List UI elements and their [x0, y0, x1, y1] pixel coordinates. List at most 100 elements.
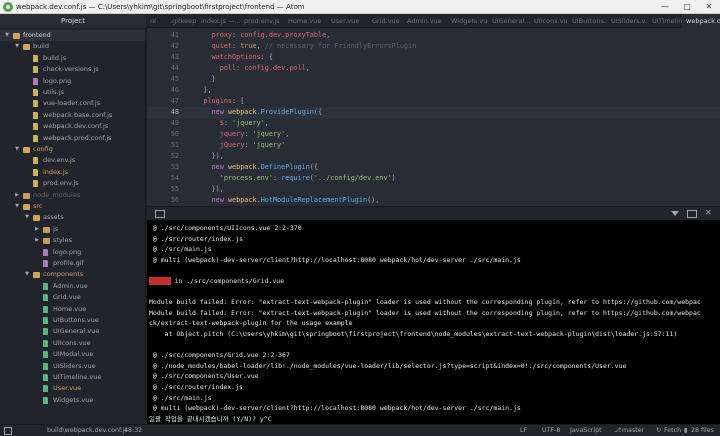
close-panel-icon[interactable]: ✕ [705, 209, 712, 217]
status-grammar[interactable]: JavaScript [570, 425, 602, 436]
file-icon [33, 66, 38, 74]
tree-file[interactable]: dev.env.js [0, 155, 145, 166]
code-line[interactable]: jQuery: 'jquery' [187, 140, 286, 152]
editor-tab[interactable]: UITimeline... [648, 14, 682, 28]
tree-item-label: logo.png [43, 76, 72, 85]
tree-file[interactable]: vue-loader.conf.js [0, 98, 145, 109]
terminal-output[interactable]: @ ./src/components/UIIcons.vue 2:2-370 @… [147, 220, 720, 424]
maximize-panel-icon[interactable] [687, 210, 697, 218]
terminal-icon[interactable] [155, 210, 165, 218]
tree-folder[interactable]: ▶ node_modules [0, 190, 145, 201]
code-line[interactable]: proxy: config.dev.proxyTable, [187, 30, 331, 42]
tree-folder[interactable]: ▶ js [0, 224, 145, 235]
code-line[interactable]: }), [187, 151, 224, 163]
editor-tab[interactable]: User.vue [327, 14, 368, 28]
tree-file[interactable]: profile.gif [0, 258, 145, 269]
tree-file[interactable]: webpack.prod.conf.js [0, 133, 145, 144]
tree-file[interactable]: logo.png [0, 76, 145, 87]
editor-tab[interactable]: Widgets.vue [447, 14, 488, 28]
editor-tab[interactable]: index.js —... [197, 14, 240, 28]
editor-tab[interactable]: prod.env.js [240, 14, 284, 28]
chevron-right-icon[interactable]: ▶ [14, 190, 20, 201]
editor-tab[interactable]: Grid.vue [368, 14, 403, 28]
tab-project[interactable]: Project [0, 14, 146, 28]
tree-file[interactable]: utils.js [0, 87, 145, 98]
terminal-line: Module build failed: Error: "extract-tex… [149, 298, 701, 307]
tree-file[interactable]: UIIcons.vue [0, 338, 145, 349]
status-encoding[interactable]: UTF-8 [542, 425, 560, 436]
chevron-down-icon[interactable]: ▼ [14, 41, 20, 52]
tree-file[interactable]: UIModal.vue [0, 349, 145, 360]
maximize-button[interactable]: □ [676, 0, 698, 14]
tree-file[interactable]: webpack.base.conf.js [0, 110, 145, 121]
tree-file[interactable]: Grid.vue [0, 292, 145, 303]
tree-file[interactable]: Admin.vue [0, 281, 145, 292]
tree-file[interactable]: UIGeneral.vue [0, 326, 145, 337]
tree-file[interactable]: webpack.dev.conf.js [0, 121, 145, 132]
code-line[interactable]: 'process.env': require('../config/dev.en… [187, 173, 396, 185]
tree-file[interactable]: index.js [0, 167, 145, 178]
tree-file[interactable]: Widgets.vue [0, 395, 145, 406]
tree-folder[interactable]: ▼ src [0, 201, 145, 212]
editor-tab[interactable]: .gitkeep [166, 14, 197, 28]
code-line[interactable]: new webpack.DefinePlugin({ [187, 162, 318, 174]
tree-file[interactable]: check-versions.js [0, 64, 145, 75]
tree-item-label: build [33, 42, 49, 51]
code-line[interactable]: }, [187, 85, 211, 97]
editor-tab[interactable]: Home.vue [284, 14, 327, 28]
editor-tab[interactable]: UISliders.v... [607, 14, 648, 28]
editor-tab[interactable]: UIIcons.vue [530, 14, 568, 28]
editor-tab[interactable]: webpack.d... [682, 14, 720, 28]
status-file-count[interactable]: 28 files [691, 425, 714, 436]
tree-folder[interactable]: ▼ components [0, 269, 145, 280]
toggle-tree-icon[interactable] [4, 427, 12, 435]
tree-item-label: vue-loader.conf.js [43, 99, 101, 108]
chevron-down-icon[interactable]: ▼ [14, 201, 20, 212]
status-fetch[interactable]: Fetch [664, 425, 681, 436]
minimize-button[interactable]: — [654, 0, 676, 14]
line-number: 45 [170, 75, 179, 83]
chevron-down-icon[interactable]: ▼ [24, 269, 30, 280]
tree-file[interactable]: UISliders.vue [0, 361, 145, 372]
tree-file[interactable]: UITimeline.vue [0, 372, 145, 383]
chevron-down-icon[interactable]: ▼ [14, 144, 20, 155]
tree-file[interactable]: Home.vue [0, 304, 145, 315]
tree-folder[interactable]: ▼ build [0, 41, 145, 52]
code-line[interactable]: $: 'jquery', [187, 118, 269, 130]
code-line[interactable]: new webpack.ProvidePlugin({ [187, 107, 323, 119]
tree-file[interactable]: build.js [0, 53, 145, 64]
chevron-right-icon[interactable]: ▶ [34, 235, 40, 246]
terminal-line: 일괄 작업을 끝내시겠습니까 (Y/N)? y^C [149, 414, 272, 423]
status-line-ending[interactable]: LF [520, 425, 527, 436]
chevron-down-icon[interactable]: ▼ [24, 212, 30, 223]
tree-folder[interactable]: ▼ frontend [0, 30, 145, 42]
tree-file[interactable]: logo.png [0, 247, 145, 258]
tree-folder[interactable]: ▼ assets [0, 212, 145, 223]
close-button[interactable]: ✕ [698, 0, 720, 14]
chevron-down-icon[interactable]: ▼ [4, 30, 10, 41]
code-line[interactable]: new webpack.HotModuleReplacementPlugin()… [187, 195, 380, 206]
status-branch[interactable]: master [622, 425, 644, 436]
tree-folder[interactable]: ▶ styles [0, 235, 145, 246]
chevron-right-icon[interactable]: ▶ [34, 224, 40, 235]
editor-tab[interactable]: UIButtons... [568, 14, 607, 28]
tree-folder[interactable]: ▼ config [0, 144, 145, 155]
code-line[interactable]: poll: config.dev.poll, [187, 63, 310, 75]
tree-file[interactable]: User.vue [0, 383, 145, 394]
code-editor[interactable]: 41 proxy: config.dev.proxyTable, 42 quiet… [147, 28, 720, 206]
status-cursor-position[interactable]: 48:32 [124, 425, 142, 436]
tree-file[interactable]: UIButtons.vue [0, 315, 145, 326]
editor-tab[interactable]: UIGeneral... [488, 14, 530, 28]
code-line[interactable]: }), [187, 184, 224, 196]
code-line[interactable]: watchOptions: { [187, 52, 273, 64]
code-line[interactable]: quiet: true, // necessary for FriendlyEr… [187, 41, 417, 53]
status-file-path[interactable]: build\webpack.dev.conf.js [47, 425, 128, 436]
editor-tab[interactable]: Admin.vue [403, 14, 447, 28]
terminal-line: ck/extract-text-webpack-plugin for the u… [149, 319, 353, 328]
code-line[interactable]: } [187, 74, 216, 86]
tree-file[interactable]: prod.env.js [0, 178, 145, 189]
collapse-icon[interactable] [671, 211, 679, 216]
code-line[interactable]: plugins: [ [187, 96, 244, 108]
editor-tab[interactable]: nl [146, 14, 166, 28]
code-line[interactable]: jquery: 'jquery', [187, 129, 290, 141]
